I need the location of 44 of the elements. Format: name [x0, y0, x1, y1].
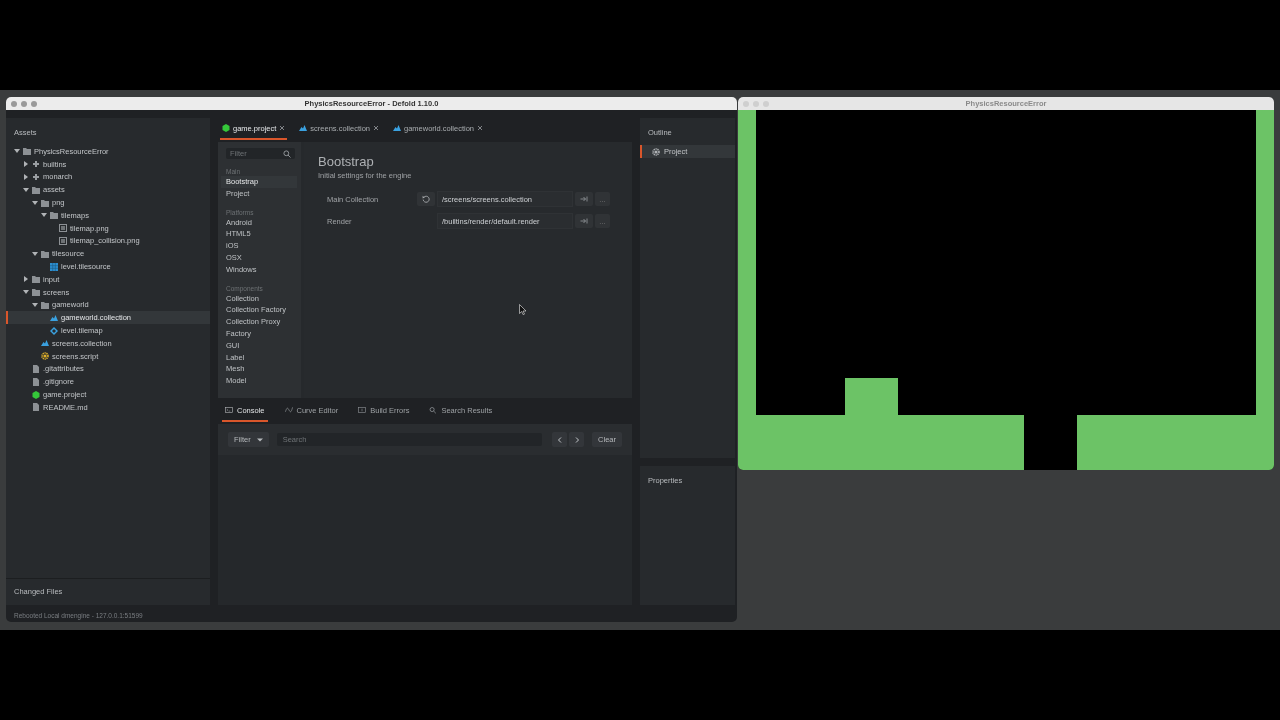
square-icon	[358, 406, 367, 414]
gear-icon	[41, 352, 49, 361]
mouse-cursor-icon	[519, 304, 526, 315]
close-icon[interactable]	[477, 125, 484, 131]
hexagon-icon	[222, 124, 230, 132]
caret-icon	[256, 436, 263, 443]
hexagon-icon	[32, 390, 40, 399]
mountain-icon	[393, 124, 401, 132]
mountain-icon	[299, 124, 308, 132]
arrow-to-bar-icon	[580, 217, 588, 225]
mountain-icon	[50, 313, 58, 322]
reset-button[interactable]	[417, 192, 435, 206]
puzzle-icon	[32, 173, 40, 181]
chevron-right-icon	[573, 436, 580, 443]
terminal-icon	[225, 406, 233, 414]
search-icon	[429, 406, 438, 414]
curve-icon	[284, 406, 293, 414]
chevron-left-icon	[556, 436, 563, 443]
open-resource-button[interactable]	[575, 214, 593, 228]
folder-icon	[23, 147, 31, 156]
expanded-arrow-icon	[14, 148, 20, 155]
next-button[interactable]	[569, 432, 585, 447]
previous-button[interactable]	[552, 432, 568, 447]
grid-icon	[50, 262, 58, 271]
window-control-dot[interactable]	[11, 100, 17, 107]
image-file-icon	[59, 224, 67, 233]
window-control-dot[interactable]	[31, 100, 37, 107]
open-resource-button[interactable]	[575, 192, 593, 206]
reset-icon	[422, 195, 430, 203]
document-icon	[32, 403, 40, 412]
close-icon[interactable]	[373, 125, 379, 131]
image-file-icon	[59, 236, 67, 245]
arrow-to-bar-icon	[580, 195, 588, 203]
collapsed-arrow-icon	[23, 276, 29, 283]
close-icon[interactable]	[279, 125, 286, 131]
gear-icon	[652, 147, 660, 156]
puzzle-icon	[32, 160, 40, 169]
diamond-icon	[50, 326, 58, 335]
window-control-dot[interactable]	[21, 100, 27, 107]
search-icon	[283, 149, 291, 158]
folder-icon	[41, 249, 49, 258]
expanded-arrow-icon	[32, 250, 38, 257]
settings-title: Bootstrap	[318, 154, 375, 169]
mountain-icon	[41, 339, 49, 348]
